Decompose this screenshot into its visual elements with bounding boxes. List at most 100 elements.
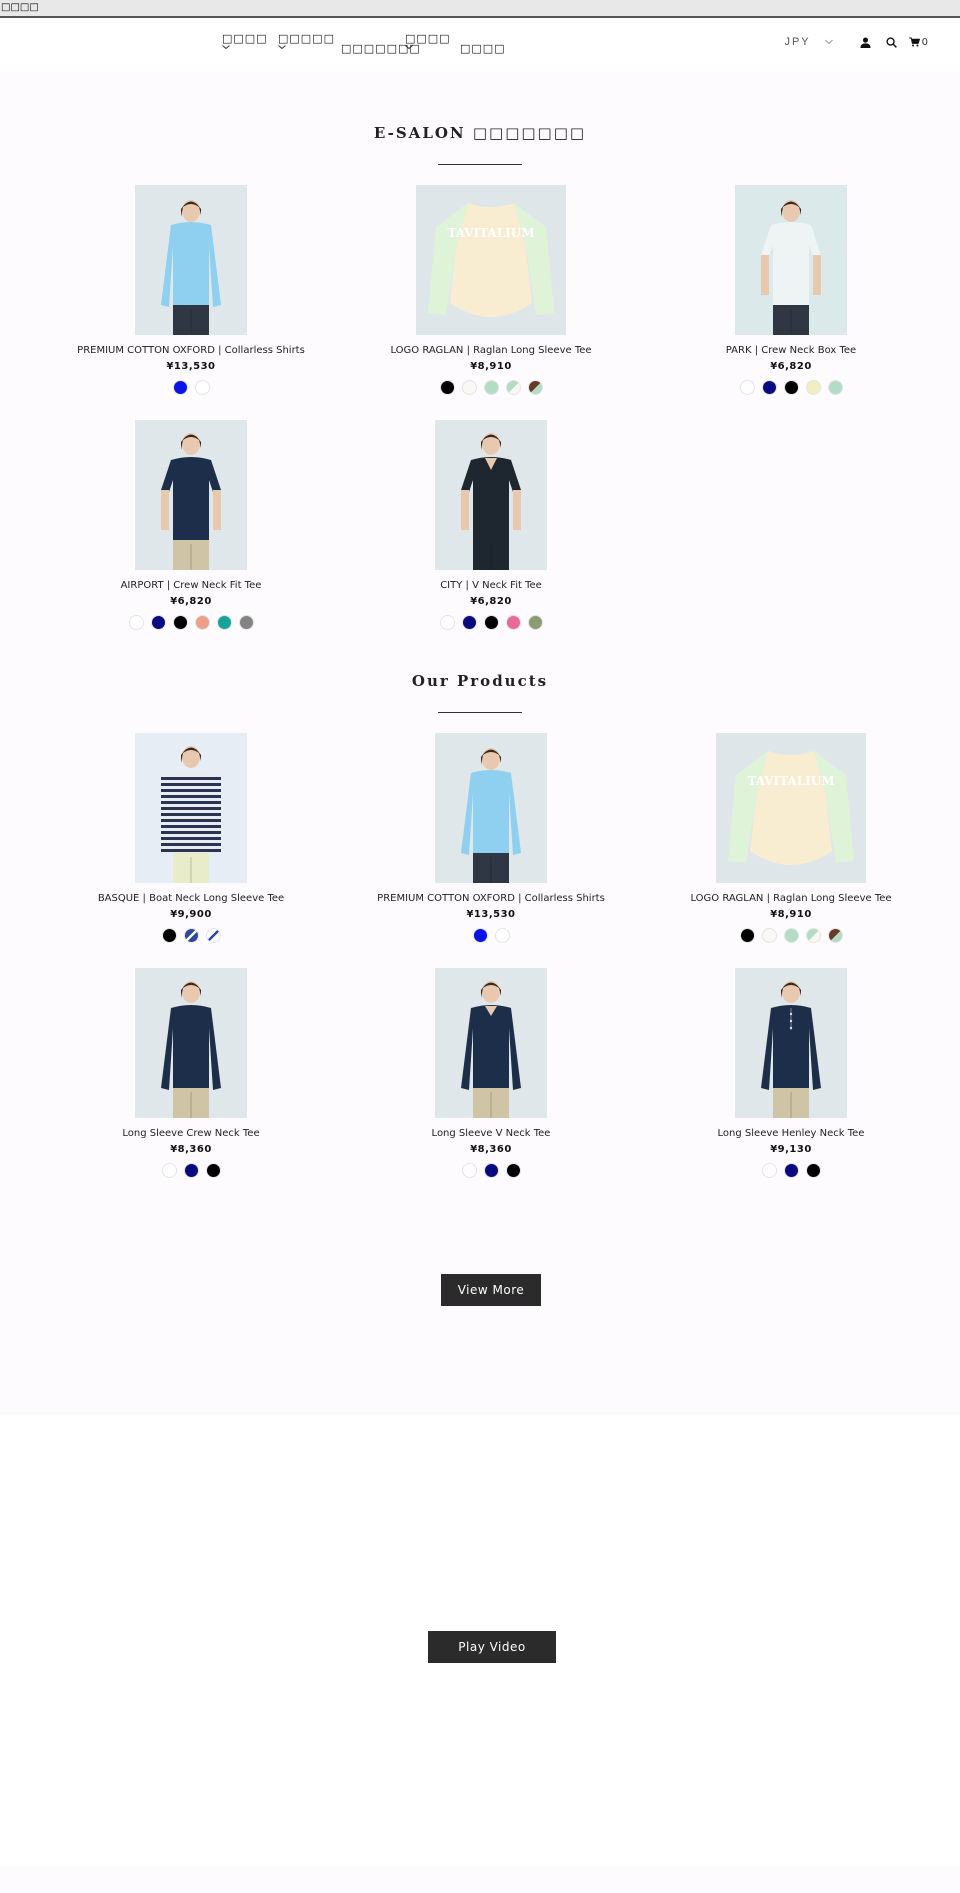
product-name[interactable]: AIRPORT | Crew Neck Fit Tee [41,580,341,591]
product-name[interactable]: Long Sleeve V Neck Tee [341,1128,641,1139]
color-swatch[interactable] [783,380,799,395]
color-swatch[interactable] [494,928,510,943]
section-title: E-SALON □□□□□□□ [373,124,587,142]
esalon-section: E-SALON □□□□□□□ PREMIUM COTTON OXFORD | … [0,72,960,672]
nav-item-4[interactable]: □□□□ [405,32,451,51]
color-swatch[interactable] [761,928,777,943]
color-swatch[interactable] [172,380,188,395]
nav-item-5[interactable]: □□□□ [460,42,506,55]
color-swatch[interactable] [505,380,521,395]
color-swatches [641,928,941,943]
currency-selector[interactable]: JPY [784,36,833,48]
product-card[interactable]: Long Sleeve V Neck Tee ¥8,360 [341,968,641,1178]
color-swatch[interactable] [439,380,455,395]
color-swatch[interactable] [183,928,199,943]
color-swatch[interactable] [461,1163,477,1178]
color-swatch[interactable] [739,928,755,943]
search-icon[interactable] [885,35,899,49]
product-price: ¥9,900 [170,909,212,920]
color-swatch[interactable] [205,928,221,943]
product-card[interactable]: Long Sleeve Crew Neck Tee ¥8,360 [41,968,341,1178]
color-swatch[interactable] [461,380,477,395]
product-image[interactable]: TAVITALIUM [716,733,866,883]
play-video-button[interactable]: Play Video [428,1631,556,1663]
product-card[interactable]: TAVITALIUM LOGO RAGLAN | Raglan Long Slee… [641,733,941,943]
color-swatch[interactable] [461,615,477,630]
color-swatch[interactable] [827,928,843,943]
cart-button[interactable]: 0 [908,36,928,48]
product-name[interactable]: Long Sleeve Henley Neck Tee [641,1128,941,1139]
product-image[interactable] [135,968,247,1118]
color-swatch[interactable] [205,1163,221,1178]
color-swatch[interactable] [505,615,521,630]
product-image[interactable] [435,733,547,883]
product-price: ¥8,360 [170,1144,212,1155]
color-swatch[interactable] [194,615,210,630]
color-swatch[interactable] [183,1163,199,1178]
color-swatch[interactable] [761,380,777,395]
color-swatch[interactable] [505,1163,521,1178]
color-swatch[interactable] [805,928,821,943]
color-swatch[interactable] [238,615,254,630]
nav-item-label: □□□□ [405,32,451,45]
color-swatches [341,928,641,943]
user-icon[interactable] [859,35,873,49]
product-card[interactable]: CITY | V Neck Fit Tee ¥6,820 [341,420,641,630]
product-name[interactable]: BASQUE | Boat Neck Long Sleeve Tee [41,893,341,904]
nav-item-2[interactable]: □□□□□ [278,32,335,51]
product-card[interactable]: Long Sleeve Henley Neck Tee ¥9,130 [641,968,941,1178]
color-swatch[interactable] [827,380,843,395]
color-swatches [341,1163,641,1178]
product-image[interactable] [435,420,547,570]
product-image[interactable] [135,733,247,883]
color-swatch[interactable] [805,380,821,395]
product-card[interactable]: TAVITALIUM LOGO RAGLAN | Raglan Long Slee… [341,185,641,395]
product-name[interactable]: CITY | V Neck Fit Tee [341,580,641,591]
site-header: □□□□ □□□□□ □□□□□□□ □□□□ □□□□ JPY 0 [0,18,960,72]
product-image[interactable] [135,420,247,570]
cart-count: 0 [921,36,928,48]
product-card[interactable]: BASQUE | Boat Neck Long Sleeve Tee ¥9,900 [41,733,341,943]
color-swatch[interactable] [472,928,488,943]
color-swatch[interactable] [527,380,543,395]
product-card[interactable]: PREMIUM COTTON OXFORD | Collarless Shirt… [41,185,341,395]
color-swatch[interactable] [128,615,144,630]
color-swatch[interactable] [483,380,499,395]
nav-item-1[interactable]: □□□□ [222,32,268,51]
section-divider [438,164,522,165]
color-swatch[interactable] [783,1163,799,1178]
product-name[interactable]: LOGO RAGLAN | Raglan Long Sleeve Tee [641,893,941,904]
nav-item-label: □□□□□ [278,32,335,45]
product-name[interactable]: PREMIUM COTTON OXFORD | Collarless Shirt… [341,893,641,904]
color-swatch[interactable] [805,1163,821,1178]
color-swatch[interactable] [483,615,499,630]
color-swatch[interactable] [783,928,799,943]
product-card[interactable]: PARK | Crew Neck Box Tee ¥6,820 [641,185,941,395]
color-swatch[interactable] [150,615,166,630]
product-image[interactable] [135,185,247,335]
product-name[interactable]: PREMIUM COTTON OXFORD | Collarless Shirt… [41,345,341,356]
product-image[interactable] [735,185,847,335]
color-swatches [641,380,941,395]
product-name[interactable]: Long Sleeve Crew Neck Tee [41,1128,341,1139]
color-swatch[interactable] [161,928,177,943]
color-swatch[interactable] [739,380,755,395]
color-swatch[interactable] [527,615,543,630]
color-swatches [341,615,641,630]
color-swatch[interactable] [172,615,188,630]
color-swatch[interactable] [761,1163,777,1178]
product-image[interactable]: TAVITALIUM [416,185,566,335]
product-card[interactable]: AIRPORT | Crew Neck Fit Tee ¥6,820 [41,420,341,630]
color-swatch[interactable] [483,1163,499,1178]
color-swatch[interactable] [161,1163,177,1178]
product-name[interactable]: PARK | Crew Neck Box Tee [641,345,941,356]
product-card[interactable]: PREMIUM COTTON OXFORD | Collarless Shirt… [341,733,641,943]
view-more-button[interactable]: View More [441,1274,541,1306]
product-image[interactable] [435,968,547,1118]
product-image[interactable] [735,968,847,1118]
color-swatch[interactable] [194,380,210,395]
color-swatch[interactable] [216,615,232,630]
color-swatch[interactable] [439,615,455,630]
tab-title: □□□□ [1,2,39,13]
product-name[interactable]: LOGO RAGLAN | Raglan Long Sleeve Tee [341,345,641,356]
